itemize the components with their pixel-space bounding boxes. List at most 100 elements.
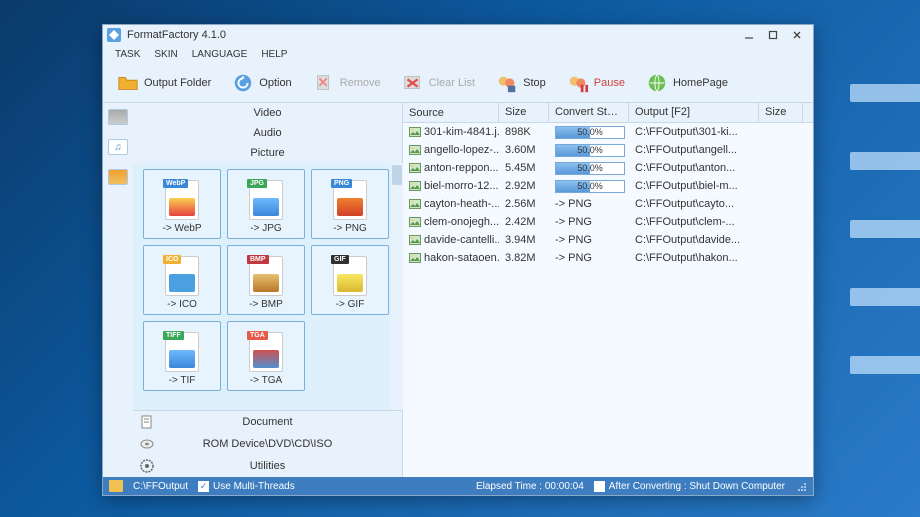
table-row[interactable]: hakon-sataoen... 3.82M -> PNG C:\FFOutpu… <box>403 249 813 267</box>
format-tile[interactable]: JPG -> JPG <box>227 169 305 239</box>
format-tile-label: -> PNG <box>333 223 367 234</box>
image-file-icon <box>409 235 421 245</box>
multi-threads-checkbox[interactable]: ✓ <box>198 481 209 492</box>
table-row[interactable]: biel-morro-12... 2.92M 50.0% C:\FFOutput… <box>403 177 813 195</box>
document-category[interactable]: Document <box>133 411 402 433</box>
resize-grip-icon[interactable] <box>795 480 807 492</box>
homepage-button[interactable]: HomePage <box>638 66 735 100</box>
format-tile-label: -> TGA <box>250 375 282 386</box>
document-label: Document <box>161 416 402 428</box>
cell-size: 3.82M <box>499 252 549 264</box>
output-folder-button[interactable]: Output Folder <box>109 66 218 100</box>
cell-size: 3.60M <box>499 144 549 156</box>
cell-source: anton-reppon... <box>403 162 499 174</box>
table-row[interactable]: angello-lopez-... 3.60M 50.0% C:\FFOutpu… <box>403 141 813 159</box>
format-tile[interactable]: PNG -> PNG <box>311 169 389 239</box>
close-button[interactable] <box>785 27 809 43</box>
pause-button[interactable]: Pause <box>559 66 632 100</box>
cell-output: C:\FFOutput\davide... <box>629 234 759 246</box>
progress-bar: 50.0% <box>555 144 625 157</box>
video-category-icon[interactable] <box>108 109 128 125</box>
titlebar[interactable]: FormatFactory 4.1.0 <box>103 25 813 45</box>
format-file-icon: GIF <box>333 256 367 296</box>
clear-list-button[interactable]: Clear List <box>394 66 482 100</box>
cell-size: 898K <box>499 126 549 138</box>
audio-category-icon[interactable]: ♫ <box>108 139 128 155</box>
format-tile-label: -> ICO <box>167 299 197 310</box>
format-tile-label: -> GIF <box>336 299 365 310</box>
option-button[interactable]: Option <box>224 66 298 100</box>
format-tile[interactable]: WebP -> WebP <box>143 169 221 239</box>
remove-button[interactable]: Remove <box>305 66 388 100</box>
stop-icon <box>495 71 519 95</box>
cell-size: 3.94M <box>499 234 549 246</box>
utilities-category[interactable]: Utilities <box>133 455 402 477</box>
header-output[interactable]: Output [F2] <box>629 103 759 122</box>
picture-category[interactable]: Picture <box>133 143 402 163</box>
format-tile[interactable]: BMP -> BMP <box>227 245 305 315</box>
maximize-button[interactable] <box>761 27 785 43</box>
cell-output: C:\FFOutput\301-ki... <box>629 126 759 138</box>
cell-state: 50.0% <box>549 162 629 175</box>
cell-state: -> PNG <box>549 198 629 210</box>
video-category[interactable]: Video <box>133 103 402 123</box>
cell-output: C:\FFOutput\biel-m... <box>629 180 759 192</box>
audio-category[interactable]: Audio <box>133 123 402 143</box>
statusbar-folder-icon[interactable] <box>109 480 123 492</box>
menubar: TASK SKIN LANGUAGE HELP <box>103 45 813 63</box>
format-file-icon: TIFF <box>165 332 199 372</box>
cell-source: angello-lopez-... <box>403 144 499 156</box>
format-tile-label: -> WebP <box>163 223 202 234</box>
table-row[interactable]: davide-cantelli... 3.94M -> PNG C:\FFOut… <box>403 231 813 249</box>
header-source[interactable]: Source <box>403 103 499 122</box>
format-file-icon: PNG <box>333 180 367 220</box>
multi-threads-toggle[interactable]: ✓ Use Multi-Threads <box>198 481 295 492</box>
pause-label: Pause <box>594 77 625 89</box>
progress-bar: 50.0% <box>555 126 625 139</box>
clear-list-label: Clear List <box>429 77 475 89</box>
format-tile[interactable]: ICO -> ICO <box>143 245 221 315</box>
format-tile[interactable]: TGA -> TGA <box>227 321 305 391</box>
format-file-icon: WebP <box>165 180 199 220</box>
image-file-icon <box>409 181 421 191</box>
cell-output: C:\FFOutput\hakon... <box>629 252 759 264</box>
format-tile[interactable]: TIFF -> TIF <box>143 321 221 391</box>
table-row[interactable]: cayton-heath-... 2.56M -> PNG C:\FFOutpu… <box>403 195 813 213</box>
desktop-background-glow <box>840 0 920 517</box>
folder-icon <box>116 71 140 95</box>
cell-source: cayton-heath-... <box>403 198 499 210</box>
rom-category[interactable]: ROM Device\DVD\CD\ISO <box>133 433 402 455</box>
header-size[interactable]: Size <box>499 103 549 122</box>
format-file-icon: BMP <box>249 256 283 296</box>
remove-icon <box>312 71 336 95</box>
menu-skin[interactable]: SKIN <box>148 47 183 62</box>
multi-threads-label: Use Multi-Threads <box>213 481 295 492</box>
app-icon <box>107 28 121 42</box>
minimize-button[interactable] <box>737 27 761 43</box>
table-row[interactable]: clem-onojegh... 2.42M -> PNG C:\FFOutput… <box>403 213 813 231</box>
table-row[interactable]: 301-kim-4841.j... 898K 50.0% C:\FFOutput… <box>403 123 813 141</box>
menu-language[interactable]: LANGUAGE <box>186 47 254 62</box>
queue-table-header: Source Size Convert State Output [F2] Si… <box>403 103 813 123</box>
image-file-icon <box>409 127 421 137</box>
header-output-size[interactable]: Size <box>759 103 803 122</box>
cell-state: -> PNG <box>549 252 629 264</box>
menu-help[interactable]: HELP <box>255 47 293 62</box>
cell-size: 2.56M <box>499 198 549 210</box>
statusbar-output-path[interactable]: C:\FFOutput <box>133 481 188 492</box>
homepage-icon <box>645 71 669 95</box>
queue-table-body[interactable]: 301-kim-4841.j... 898K 50.0% C:\FFOutput… <box>403 123 813 477</box>
cell-state: -> PNG <box>549 216 629 228</box>
header-convert-state[interactable]: Convert State <box>549 103 629 122</box>
picture-category-icon[interactable] <box>108 169 128 185</box>
after-converting-label: After Converting : Shut Down Computer <box>609 481 785 492</box>
format-tile[interactable]: GIF -> GIF <box>311 245 389 315</box>
cell-source: clem-onojegh... <box>403 216 499 228</box>
after-converting-toggle[interactable]: ✓ After Converting : Shut Down Computer <box>594 481 785 492</box>
format-scrollbar[interactable] <box>391 163 403 410</box>
table-row[interactable]: anton-reppon... 5.45M 50.0% C:\FFOutput\… <box>403 159 813 177</box>
menu-task[interactable]: TASK <box>109 47 146 62</box>
stop-button[interactable]: Stop <box>488 66 553 100</box>
utilities-icon <box>133 458 161 474</box>
after-converting-checkbox[interactable]: ✓ <box>594 481 605 492</box>
